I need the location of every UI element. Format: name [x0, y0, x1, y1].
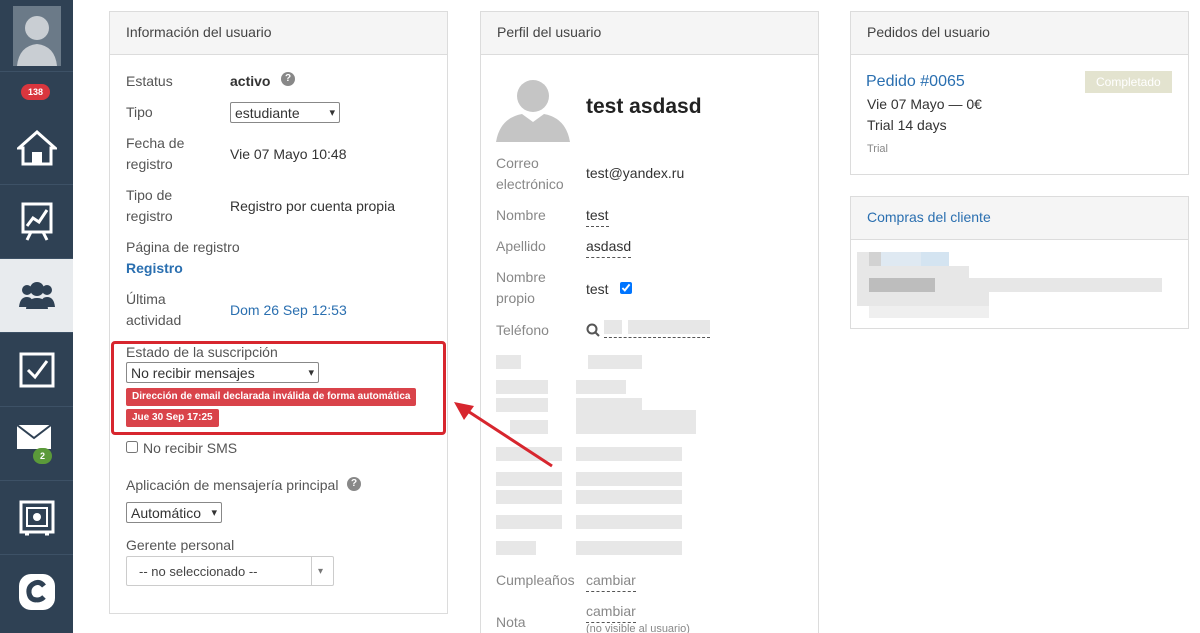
phone-value-redacted[interactable] [604, 320, 710, 338]
search-icon[interactable] [586, 323, 600, 337]
birthday-label: Cumpleaños [496, 572, 575, 588]
first-name-label: Nombre [496, 207, 546, 223]
sidebar-item-reports[interactable] [0, 185, 73, 259]
email-value[interactable]: test@yandex.ru [586, 163, 684, 184]
profile-title: Perfil del usuario [481, 12, 818, 55]
own-name-value: test [586, 281, 609, 297]
status-value: activo [230, 73, 271, 89]
order-tag: Trial [867, 143, 888, 155]
order-status-badge: Completado [1085, 71, 1172, 93]
order-link[interactable]: Pedido #0065 [866, 71, 965, 92]
sidebar-item-home[interactable] [0, 111, 73, 185]
help-icon[interactable]: ? [347, 477, 361, 491]
own-name-label-2: propio [496, 290, 535, 306]
mail-icon [15, 423, 52, 449]
own-name-label: Nombre [496, 269, 546, 285]
user-info-title: Información del usuario [110, 12, 447, 55]
brand-logo-icon [18, 574, 55, 610]
notifications-badge[interactable]: 138 [21, 84, 51, 100]
messenger-select-value: Automático [131, 504, 202, 521]
reg-type-label: Tipo de [126, 187, 173, 203]
chevron-down-icon: ▾ [211, 507, 217, 519]
note-hint: (no visible al usuario) [586, 623, 690, 633]
messages-badge[interactable]: 2 [33, 448, 53, 464]
reg-type-label-2: registro [126, 208, 173, 224]
chevron-down-icon: ▾ [329, 107, 335, 119]
last-activity-label-2: actividad [126, 312, 182, 328]
last-activity-label: Última [126, 291, 166, 307]
orders-panel: Pedidos del usuario [850, 11, 1189, 175]
profile-name: test asdasd [586, 95, 702, 118]
reg-date-label-2: registro [126, 156, 173, 172]
note-change-link[interactable]: cambiar [586, 601, 636, 623]
profile-avatar-icon [496, 80, 570, 142]
email-label-2: electrónico [496, 176, 564, 192]
sidebar-item-mail[interactable] [0, 407, 73, 481]
last-name-value[interactable]: asdasd [586, 236, 632, 258]
order-date: Vie 07 Mayo — 0€ [867, 96, 982, 112]
phone-label: Teléfono [496, 322, 549, 338]
email-label: Correo [496, 155, 539, 171]
type-select[interactable]: estudiante ▾ [230, 102, 340, 123]
manager-label: Gerente personal [126, 537, 235, 553]
type-select-value: estudiante [235, 104, 300, 121]
last-activity-value[interactable]: Dom 26 Sep 12:53 [230, 300, 347, 321]
messenger-select[interactable]: Automático ▾ [126, 502, 222, 523]
chevron-down-icon: ▾ [311, 557, 329, 585]
first-name-value[interactable]: test [586, 205, 609, 227]
manager-select-value: -- no seleccionado -- [139, 563, 258, 579]
reg-type-value: Registro por cuenta propia [230, 198, 395, 214]
note-label: Nota [496, 614, 526, 630]
purchases-title[interactable]: Compras del cliente [851, 197, 1188, 240]
status-label: Estatus [126, 73, 173, 89]
reg-page-link[interactable]: Registro [126, 258, 183, 279]
orders-title: Pedidos del usuario [851, 12, 1188, 55]
messenger-label: Aplicación de mensajería principal [126, 477, 339, 493]
avatar-icon [12, 5, 61, 66]
users-icon [18, 281, 55, 309]
home-icon [16, 129, 57, 165]
sidebar-item-settings[interactable] [0, 481, 73, 555]
order-item: Trial 14 days [867, 117, 947, 133]
reg-date-label: Fecha de [126, 135, 185, 151]
last-name-label: Apellido [496, 238, 546, 254]
sidebar-item-brand[interactable] [0, 555, 73, 629]
reg-date-value: Vie 07 Mayo 10:48 [230, 146, 347, 162]
annotation-arrow-icon [454, 402, 553, 468]
highlight-box [111, 341, 446, 435]
type-label: Tipo [126, 104, 153, 120]
chart-icon [21, 202, 52, 241]
own-name-checkbox[interactable] [620, 282, 632, 294]
sidebar-avatar[interactable] [0, 0, 73, 72]
reg-page-label: Página de registro [126, 239, 240, 255]
help-icon[interactable]: ? [281, 72, 295, 86]
sidebar-item-tasks[interactable] [0, 333, 73, 407]
sidebar-item-users[interactable] [0, 259, 73, 333]
no-sms-label: No recibir SMS [143, 440, 238, 456]
manager-select[interactable]: -- no seleccionado -- ▾ [126, 556, 334, 586]
no-sms-checkbox[interactable] [126, 441, 138, 453]
sidebar: 138 2 [0, 0, 73, 633]
tasks-icon [19, 352, 54, 387]
settings-box-icon [19, 500, 54, 535]
birthday-change-link[interactable]: cambiar [586, 570, 636, 592]
